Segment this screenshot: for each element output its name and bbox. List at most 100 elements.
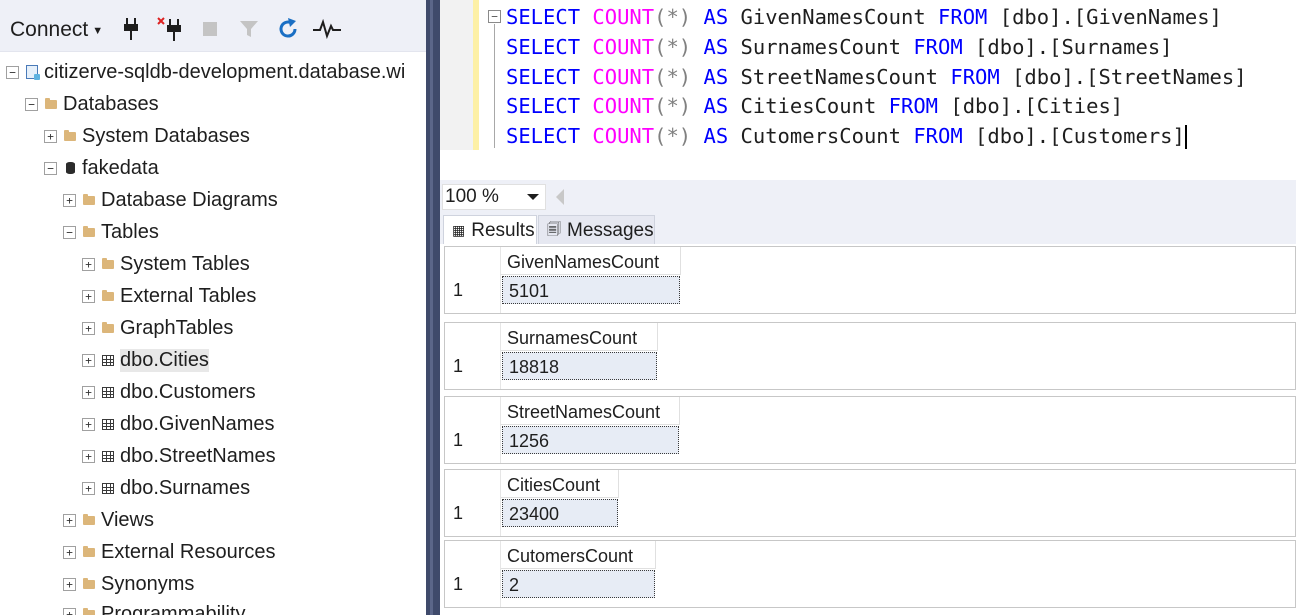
tree-node-system-databases[interactable]: + System Databases — [44, 122, 250, 150]
tree-node-database-diagrams[interactable]: + Database Diagrams — [63, 186, 278, 214]
tree-node-programmability[interactable]: + Programmability — [63, 600, 245, 615]
table-icon — [101, 449, 115, 463]
disconnect-plug-icon[interactable] — [157, 16, 183, 42]
tree-node-databases[interactable]: − Databases — [25, 90, 159, 118]
outline-line — [494, 24, 495, 148]
row-number[interactable]: 1 — [453, 503, 463, 524]
tree-node-label: dbo.GivenNames — [120, 412, 275, 435]
row-number[interactable]: 1 — [453, 430, 463, 451]
column-header[interactable]: SurnamesCount — [501, 323, 658, 351]
keyword-select: SELECT — [506, 94, 581, 118]
expand-icon[interactable]: + — [82, 385, 95, 399]
column-alias: SurnamesCount — [740, 35, 901, 59]
tree-node-tables[interactable]: − Tables — [63, 218, 159, 246]
code-line[interactable]: SELECT COUNT(*) AS SurnamesCount FROM [d… — [506, 32, 1173, 62]
expand-icon[interactable]: + — [82, 257, 95, 271]
column-alias: CutomersCount — [740, 124, 901, 148]
change-tracking-bar — [473, 0, 479, 150]
result-grid[interactable]: CitiesCount 1 23400 — [444, 469, 1296, 537]
tree-node-fakedata[interactable]: − fakedata — [44, 154, 159, 182]
expand-icon[interactable]: + — [63, 193, 76, 207]
collapse-icon[interactable]: − — [63, 225, 76, 239]
keyword-as: AS — [703, 35, 729, 59]
expand-icon[interactable]: + — [44, 129, 57, 143]
column-header[interactable]: CutomersCount — [501, 541, 656, 569]
tree-node-dbo-surnames[interactable]: + dbo.Surnames — [82, 474, 250, 502]
tab-messages[interactable]: 🗐 Messages — [538, 215, 655, 245]
tree-node-label: GraphTables — [120, 316, 234, 339]
row-number[interactable]: 1 — [453, 356, 463, 377]
query-editor[interactable]: − SELECT COUNT(*) AS GivenNamesCount FRO… — [440, 0, 1296, 180]
function-count: COUNT — [592, 94, 655, 118]
expand-icon[interactable]: + — [63, 577, 76, 591]
connect-button[interactable]: Connect ▼ — [10, 17, 103, 43]
tree-node-synonyms[interactable]: + Synonyms — [63, 570, 194, 598]
tree-node-views[interactable]: + Views — [63, 506, 154, 534]
tree-node-dbo-cities[interactable]: + dbo.Cities — [82, 346, 209, 374]
folder-icon — [82, 607, 96, 615]
expand-icon[interactable]: + — [82, 321, 95, 335]
tree-node-label: Database Diagrams — [101, 188, 278, 211]
tree-node-system-tables[interactable]: + System Tables — [82, 250, 250, 278]
tree-node-label: External Tables — [120, 284, 257, 307]
operator-star: (*) — [654, 5, 692, 29]
result-grid[interactable]: SurnamesCount 1 18818 — [444, 322, 1296, 390]
tree-node-label: External Resources — [101, 540, 276, 563]
tree-node-label: dbo.Surnames — [120, 476, 251, 499]
expand-icon[interactable]: + — [82, 481, 95, 495]
code-line[interactable]: SELECT COUNT(*) AS CutomersCount FROM [d… — [506, 121, 1187, 151]
expand-icon[interactable]: + — [63, 513, 76, 527]
row-number[interactable]: 1 — [453, 280, 463, 301]
row-number[interactable]: 1 — [453, 574, 463, 595]
table-reference: [dbo].[Customers] — [975, 124, 1185, 148]
expand-icon[interactable]: + — [82, 289, 95, 303]
tree-node-server[interactable]: − citizerve-sqldb-development.database.w… — [6, 58, 405, 86]
result-cell[interactable]: 2 — [502, 570, 655, 598]
expand-icon[interactable]: + — [82, 353, 95, 367]
keyword-select: SELECT — [506, 35, 581, 59]
result-cell[interactable]: 1256 — [502, 426, 679, 454]
tree-node-dbo-streetnames[interactable]: + dbo.StreetNames — [82, 442, 276, 470]
operator-star: (*) — [654, 35, 692, 59]
panel-splitter[interactable] — [426, 0, 440, 615]
expand-icon[interactable]: + — [63, 607, 76, 615]
column-header[interactable]: StreetNamesCount — [501, 397, 680, 425]
zoom-select[interactable]: 100 % — [442, 184, 546, 210]
refresh-icon[interactable] — [275, 16, 301, 42]
column-header[interactable]: GivenNamesCount — [501, 247, 681, 275]
result-grid[interactable]: StreetNamesCount 1 1256 — [444, 396, 1296, 464]
tree-node-dbo-customers[interactable]: + dbo.Customers — [82, 378, 256, 406]
result-grid[interactable]: CutomersCount 1 2 — [444, 540, 1296, 608]
tree-node-label: Synonyms — [101, 572, 195, 595]
column-alias: GivenNamesCount — [740, 5, 926, 29]
expand-icon[interactable]: + — [82, 417, 95, 431]
editor-status-bar: 100 % — [440, 180, 1296, 212]
code-line[interactable]: SELECT COUNT(*) AS GivenNamesCount FROM … — [506, 2, 1222, 32]
tree-node-graph-tables[interactable]: + GraphTables — [82, 314, 233, 342]
result-cell[interactable]: 18818 — [502, 352, 657, 380]
filter-icon[interactable] — [236, 16, 262, 42]
chevron-down-icon[interactable] — [527, 194, 539, 200]
expand-icon[interactable]: + — [82, 449, 95, 463]
connect-plug-icon[interactable] — [118, 16, 144, 42]
tree-node-external-resources[interactable]: + External Resources — [63, 538, 276, 566]
collapse-icon[interactable]: − — [25, 97, 38, 111]
outline-collapse-icon[interactable]: − — [488, 10, 501, 23]
code-line[interactable]: SELECT COUNT(*) AS CitiesCount FROM [dbo… — [506, 91, 1123, 121]
collapse-icon[interactable]: − — [6, 65, 19, 79]
column-header[interactable]: CitiesCount — [501, 470, 619, 498]
result-grid[interactable]: GivenNamesCount 1 5101 — [444, 246, 1296, 314]
scroll-left-icon[interactable] — [556, 189, 564, 205]
folder-icon — [101, 257, 115, 271]
stop-icon[interactable] — [197, 16, 223, 42]
result-cell[interactable]: 23400 — [502, 499, 618, 527]
code-line[interactable]: SELECT COUNT(*) AS StreetNamesCount FROM… — [506, 62, 1247, 92]
table-icon — [101, 481, 115, 495]
tree-node-dbo-givennames[interactable]: + dbo.GivenNames — [82, 410, 275, 438]
result-cell[interactable]: 5101 — [502, 276, 680, 304]
expand-icon[interactable]: + — [63, 545, 76, 559]
collapse-icon[interactable]: − — [44, 161, 57, 175]
tab-results[interactable]: ▦ Results — [443, 215, 537, 245]
tree-node-external-tables[interactable]: + External Tables — [82, 282, 256, 310]
activity-monitor-icon[interactable] — [313, 16, 341, 42]
